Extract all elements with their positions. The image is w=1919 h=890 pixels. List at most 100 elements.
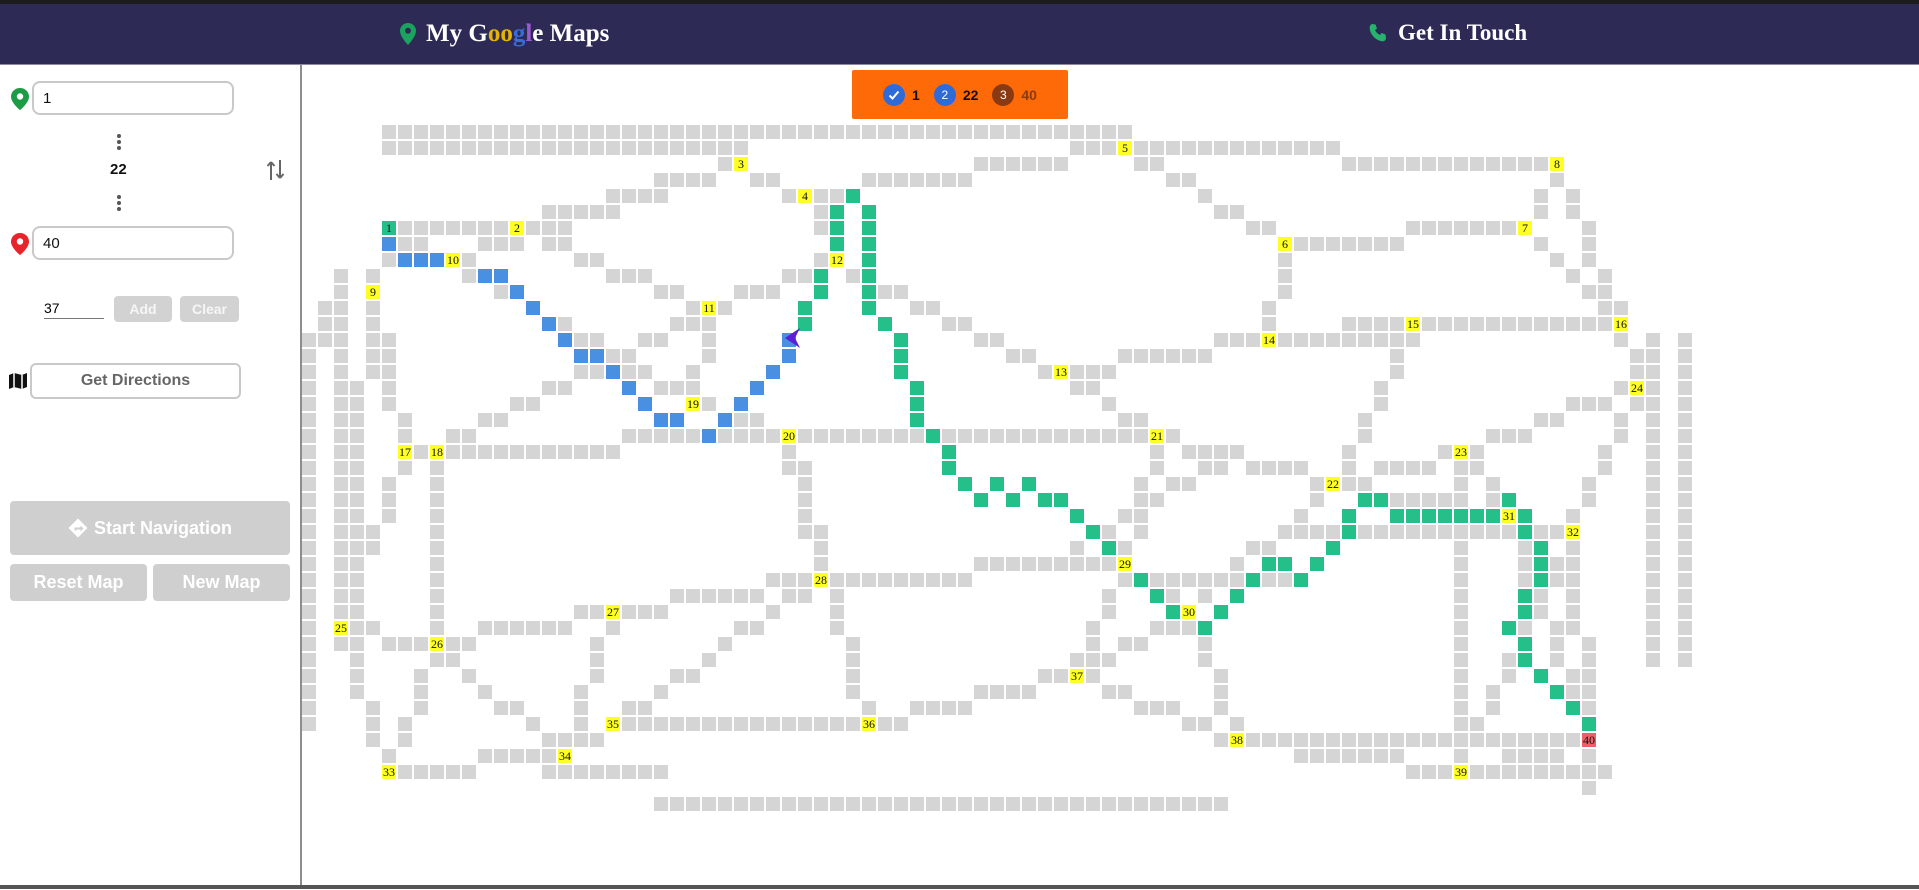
road-cell[interactable]	[1646, 541, 1660, 555]
road-cell[interactable]	[1294, 237, 1308, 251]
remaining-route-cell[interactable]	[1550, 685, 1564, 699]
road-cell[interactable]	[734, 285, 748, 299]
road-cell[interactable]	[1342, 749, 1356, 763]
road-cell[interactable]	[782, 445, 796, 459]
road-cell[interactable]	[398, 125, 412, 139]
road-cell[interactable]	[1070, 541, 1084, 555]
remaining-route-cell[interactable]	[926, 429, 940, 443]
road-cell[interactable]	[430, 653, 444, 667]
start-navigation-button[interactable]: Start Navigation	[10, 501, 290, 555]
road-cell[interactable]	[654, 285, 668, 299]
road-cell[interactable]	[334, 413, 348, 427]
road-cell[interactable]	[590, 253, 604, 267]
road-cell[interactable]	[1422, 221, 1436, 235]
road-cell[interactable]	[638, 189, 652, 203]
road-cell[interactable]	[1646, 365, 1660, 379]
road-cell[interactable]	[1182, 621, 1196, 635]
road-cell[interactable]	[670, 717, 684, 731]
road-cell[interactable]	[638, 605, 652, 619]
remaining-route-cell[interactable]	[942, 445, 956, 459]
road-cell[interactable]	[1518, 749, 1532, 763]
road-cell[interactable]	[1518, 317, 1532, 331]
road-cell[interactable]	[1358, 733, 1372, 747]
road-cell[interactable]	[1294, 525, 1308, 539]
remaining-route-cell[interactable]	[1294, 573, 1308, 587]
road-cell[interactable]	[1598, 317, 1612, 331]
road-cell[interactable]	[350, 573, 364, 587]
road-cell[interactable]	[478, 221, 492, 235]
road-cell[interactable]	[1678, 461, 1692, 475]
road-cell[interactable]	[702, 173, 716, 187]
road-cell[interactable]	[1534, 589, 1548, 603]
road-cell[interactable]	[1214, 669, 1228, 683]
road-cell[interactable]	[1038, 429, 1052, 443]
road-cell[interactable]	[1406, 525, 1420, 539]
road-cell[interactable]	[926, 301, 940, 315]
road-cell[interactable]	[1070, 365, 1084, 379]
road-cell[interactable]	[1118, 685, 1132, 699]
road-cell[interactable]	[558, 621, 572, 635]
road-cell[interactable]	[1502, 653, 1516, 667]
road-cell[interactable]	[1550, 173, 1564, 187]
road-cell[interactable]	[462, 141, 476, 155]
road-cell[interactable]	[1502, 157, 1516, 171]
road-cell[interactable]	[1646, 637, 1660, 651]
road-cell[interactable]	[574, 701, 588, 715]
road-cell[interactable]	[1678, 541, 1692, 555]
road-cell[interactable]	[1630, 365, 1644, 379]
visited-route-cell[interactable]	[590, 349, 604, 363]
road-cell[interactable]	[750, 621, 764, 635]
road-cell[interactable]	[942, 429, 956, 443]
remaining-route-cell[interactable]	[830, 221, 844, 235]
road-cell[interactable]	[558, 237, 572, 251]
road-cell[interactable]	[1454, 605, 1468, 619]
road-cell[interactable]	[718, 589, 732, 603]
road-cell[interactable]	[1294, 333, 1308, 347]
road-cell[interactable]	[990, 429, 1004, 443]
remaining-route-cell[interactable]	[830, 205, 844, 219]
road-cell[interactable]	[574, 205, 588, 219]
destination-input[interactable]	[32, 226, 234, 260]
road-cell[interactable]	[1134, 525, 1148, 539]
road-cell[interactable]	[1518, 621, 1532, 635]
road-cell[interactable]	[1326, 141, 1340, 155]
road-cell[interactable]	[1374, 237, 1388, 251]
road-cell[interactable]	[1598, 269, 1612, 283]
road-cell[interactable]	[334, 605, 348, 619]
road-cell[interactable]	[1550, 749, 1564, 763]
road-cell[interactable]	[366, 301, 380, 315]
road-cell[interactable]	[894, 285, 908, 299]
road-cell[interactable]	[430, 125, 444, 139]
road-cell[interactable]	[430, 525, 444, 539]
road-cell[interactable]	[542, 237, 556, 251]
remaining-route-cell[interactable]	[1310, 557, 1324, 571]
road-cell[interactable]	[1278, 285, 1292, 299]
road-cell[interactable]	[670, 797, 684, 811]
road-cell[interactable]	[1646, 333, 1660, 347]
road-cell[interactable]	[1326, 749, 1340, 763]
road-cell[interactable]	[782, 189, 796, 203]
road-cell[interactable]	[846, 429, 860, 443]
road-cell[interactable]	[1358, 317, 1372, 331]
road-cell[interactable]	[1422, 765, 1436, 779]
road-cell[interactable]	[1582, 237, 1596, 251]
road-cell[interactable]	[1678, 509, 1692, 523]
road-cell[interactable]	[734, 429, 748, 443]
road-cell[interactable]	[382, 253, 396, 267]
road-cell[interactable]	[622, 189, 636, 203]
road-cell[interactable]	[1134, 429, 1148, 443]
road-cell[interactable]	[1246, 221, 1260, 235]
road-cell[interactable]	[302, 701, 316, 715]
remaining-route-cell[interactable]	[1038, 493, 1052, 507]
road-cell[interactable]	[1550, 637, 1564, 651]
remaining-route-cell[interactable]	[1582, 717, 1596, 731]
road-cell[interactable]	[830, 605, 844, 619]
road-cell[interactable]	[1262, 541, 1276, 555]
road-cell[interactable]	[1678, 493, 1692, 507]
road-cell[interactable]	[1294, 749, 1308, 763]
road-cell[interactable]	[830, 189, 844, 203]
road-cell[interactable]	[1566, 685, 1580, 699]
road-cell[interactable]	[1070, 381, 1084, 395]
road-cell[interactable]	[1022, 557, 1036, 571]
road-cell[interactable]	[718, 429, 732, 443]
